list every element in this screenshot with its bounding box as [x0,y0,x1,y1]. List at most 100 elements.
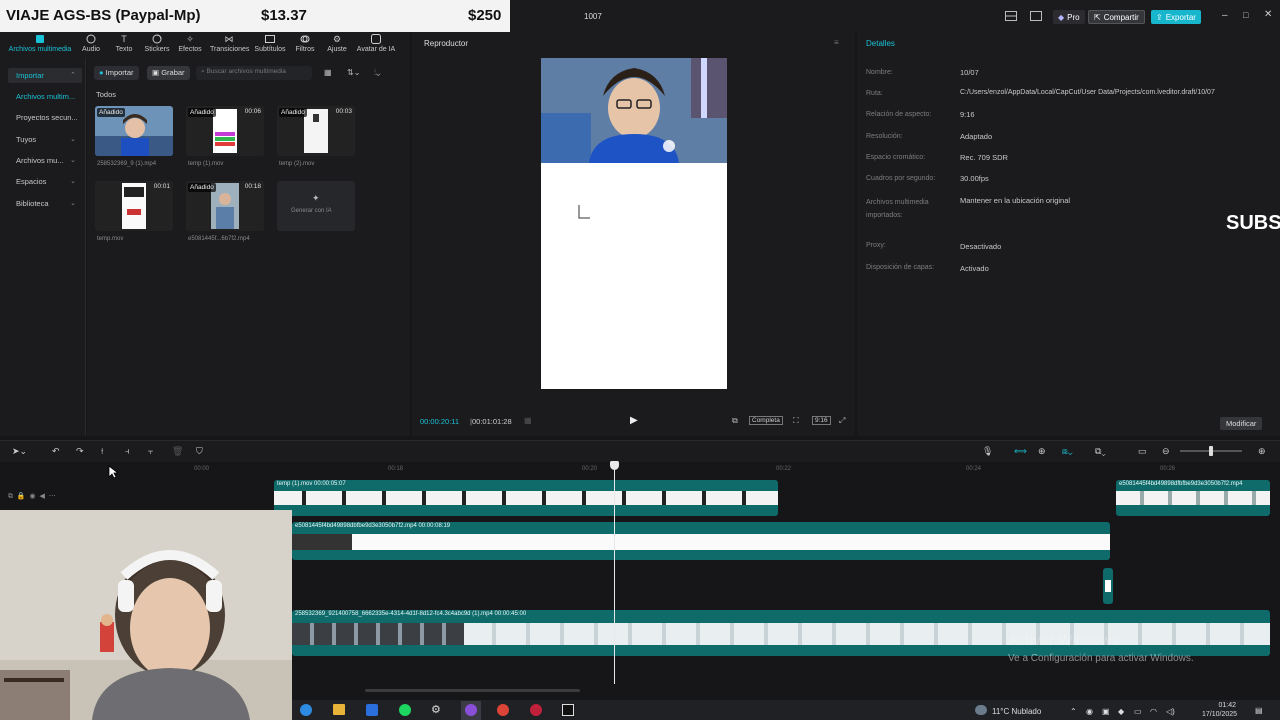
sidebar-item-secondary-projects[interactable]: Proyectos secun... [8,110,82,125]
tray-app2-icon[interactable]: ◆ [1118,707,1124,716]
pro-button[interactable]: ◆ Pro [1053,10,1085,24]
tab-effects[interactable]: ✧ Efectos [173,32,207,53]
tab-ai-avatar[interactable]: Avatar de IA [354,32,398,53]
record-button[interactable]: ▣ Grabar [147,66,190,80]
folder-icon[interactable] [333,704,345,715]
complete-button[interactable]: Completa [749,416,783,425]
menu-icon[interactable]: ≡ [834,38,839,47]
select-tool-icon[interactable]: ➤⌄ [12,446,27,457]
calculator-icon[interactable] [366,704,378,716]
wifi-icon[interactable]: ◠ [1150,707,1157,716]
timeline-clip[interactable]: e5081445f4bd49898dbfbe9d3e3050b7f2.mp4 0… [292,522,1110,560]
undo-icon[interactable]: ↶ [52,446,60,457]
link-icon[interactable]: ⟺ [1014,446,1027,457]
tray-record-icon[interactable]: ◉ [1086,707,1093,716]
notification-icon[interactable]: ▤ [1255,706,1263,715]
search-input[interactable]: ⌕ Buscar archivos multimedia [196,66,312,80]
play-icon[interactable]: ▶ [630,415,638,426]
generate-ai-tile[interactable]: ✦ Generar con IA [277,181,355,231]
tab-adjust[interactable]: ⚙ Ajuste [320,32,354,53]
view-grid-icon[interactable]: ▦ [324,68,332,77]
clock-date[interactable]: 17/10/2025 [1202,711,1237,718]
zoom-slider[interactable] [1180,446,1242,456]
timeline-clip[interactable]: e5081445f4bd49898dfbfbe9d3e3050b7f2.mp4 [1116,480,1270,516]
media-thumb[interactable]: Añadido 00:06 [186,106,264,156]
filter-all[interactable]: Todos [96,90,116,99]
crop-icon[interactable]: ⧉ [732,416,738,426]
track-controls[interactable]: ⧉ 🔒 ◉ ◀ ⋯ [8,492,56,501]
timeline-clip[interactable]: temp (1).mov 00:00:05:07 [274,480,778,516]
layout-icon[interactable] [1005,11,1017,21]
delete-icon[interactable]: 🗑 [172,446,183,457]
tab-effects-label: Efectos [178,46,202,53]
import-button[interactable]: ● Importar [94,66,139,80]
magnet-icon[interactable]: ⊕ [1038,446,1046,457]
tray-chevron-icon[interactable]: ⌃ [1070,707,1077,716]
close-icon[interactable]: ✕ [1264,9,1272,20]
clock-time[interactable]: 01:42 [1210,702,1236,709]
minimize-icon[interactable]: – [1222,10,1228,21]
timeline-clip-small[interactable] [1103,568,1113,604]
timeline-scrollbar[interactable] [365,689,580,692]
adjust-icon: ⚙ [332,34,342,44]
tab-audio[interactable]: Audio [74,32,108,53]
clip-label: temp (1).mov 00:00:05:07 [277,481,346,487]
ratio-button[interactable]: 9:16 [812,416,831,425]
modify-button[interactable]: Modificar [1220,417,1263,430]
sidebar-item-yours[interactable]: Tuyos ⌄ [8,132,82,147]
tab-media[interactable]: Archivos multimedia [6,32,74,53]
sidebar-item-label: Proyectos secun... [16,113,78,122]
detail-label: Archivos multimedia importados: [866,199,929,219]
settings-gear-icon[interactable]: ⚙ [431,703,441,716]
app-icon[interactable] [465,704,477,716]
filter-icon[interactable]: ⫶⌄ [374,68,380,78]
sidebar-item-library[interactable]: Biblioteca ⌄ [8,196,82,211]
zoom-in-icon[interactable]: ⊕ [1258,446,1266,457]
sidebar-item-media[interactable]: Archivos multim... [8,89,82,104]
volume-icon[interactable]: ◁) [1166,707,1175,716]
media-thumb[interactable]: Añadido 00:18 [186,181,264,231]
sidebar-item-spaces[interactable]: Espacios ⌄ [8,174,82,189]
split-left-icon[interactable]: ⫞ [125,446,130,457]
media-app-icon[interactable] [530,704,542,716]
snap-icon[interactable]: ⧈⌄ [1062,446,1073,457]
timeline-clip[interactable]: 258532369_921400758_6662335e-4314-4d1f-8… [292,610,1270,656]
media-thumb[interactable]: Añadido 00:03 [277,106,355,156]
media-thumb[interactable]: 00:01 [95,181,173,231]
chrome-icon[interactable] [497,704,509,716]
microphone-icon[interactable]: 🎙 [982,446,993,457]
spotify-icon[interactable] [399,704,411,716]
tab-text[interactable]: T Texto [107,32,141,53]
expand-icon[interactable]: ⤢ [839,416,845,426]
tab-subtitles[interactable]: Subtítulos [252,32,288,53]
tray-app-icon[interactable]: ▣ [1102,707,1110,716]
sort-icon[interactable]: ⇅⌄ [347,68,360,77]
export-button[interactable]: ⇪ Exportar [1151,10,1201,24]
tab-stickers[interactable]: Stickers [140,32,174,53]
playhead-handle[interactable] [610,461,619,470]
media-thumb[interactable]: Añadido [95,106,173,156]
screen-icon[interactable] [1030,11,1042,21]
zoom-out-icon[interactable]: ⊖ [1162,446,1170,457]
capcut-icon[interactable] [562,704,574,716]
split-icon[interactable]: ⟊ [101,446,103,457]
maximize-icon[interactable]: □ [1243,10,1248,20]
weather-text[interactable]: 11°C Nublado [992,707,1041,716]
tab-transitions[interactable]: ⋈ Transiciones [210,32,249,53]
preview-axis-icon[interactable]: ⧉⌄ [1095,446,1106,457]
battery-icon[interactable]: ▭ [1134,707,1142,716]
sidebar-item-media-files[interactable]: Archivos mu... ⌄ [8,153,82,168]
zoom-slider-handle[interactable] [1209,446,1213,456]
fullscreen-focus-icon[interactable]: ⛶ [793,416,799,426]
sidebar-item-import[interactable]: Importar ⌃ [8,68,82,83]
tab-filters[interactable]: Filtros [288,32,322,53]
timecode-grid-icon[interactable]: ▦ [524,416,532,425]
share-button[interactable]: ⇱ Compartir [1088,10,1145,24]
caption-icon[interactable]: ▭ [1138,446,1147,457]
playhead[interactable] [614,462,615,684]
redo-icon[interactable]: ↷ [76,446,84,457]
edge-icon[interactable] [300,704,312,716]
shield-icon[interactable]: ⛉ [196,446,203,457]
clip-label: e5081445f4bd49898dbfbe9d3e3050b7f2.mp4 0… [295,523,451,529]
split-right-icon[interactable]: ⫟ [148,446,153,457]
